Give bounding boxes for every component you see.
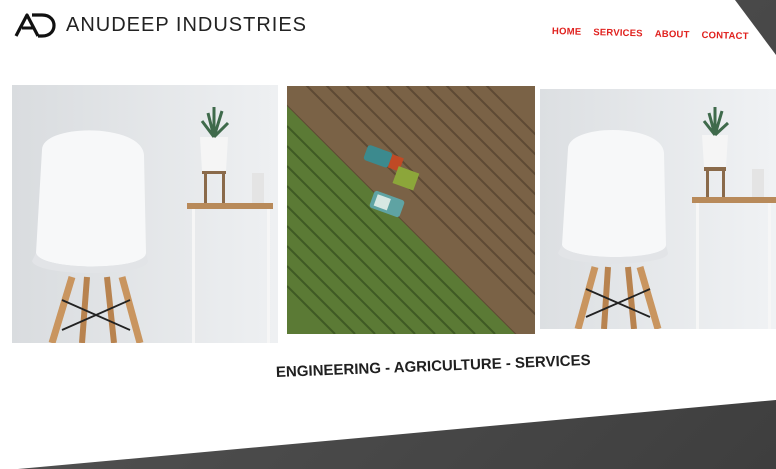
- website-page: ANUDEEP INDUSTRIES HOME SERVICES ABOUT C…: [0, 0, 776, 469]
- main-nav: HOME SERVICES ABOUT CONTACT: [552, 26, 749, 42]
- nav-contact-link[interactable]: CONTACT: [701, 30, 748, 42]
- nav-services-link[interactable]: SERVICES: [593, 27, 643, 39]
- gallery-image-chair-left: [12, 85, 278, 343]
- brand-name: ANUDEEP INDUSTRIES: [66, 13, 308, 36]
- ad-monogram-icon: [14, 12, 56, 38]
- gallery-image-harvest-field: [287, 86, 535, 334]
- gallery-image-chair-right: [540, 89, 776, 329]
- tagline: ENGINEERING - AGRICULTURE - SERVICES: [275, 351, 591, 381]
- nav-home-link[interactable]: HOME: [552, 26, 582, 38]
- nav-about-link[interactable]: ABOUT: [655, 29, 690, 41]
- site-logo[interactable]: ANUDEEP INDUSTRIES: [14, 12, 307, 38]
